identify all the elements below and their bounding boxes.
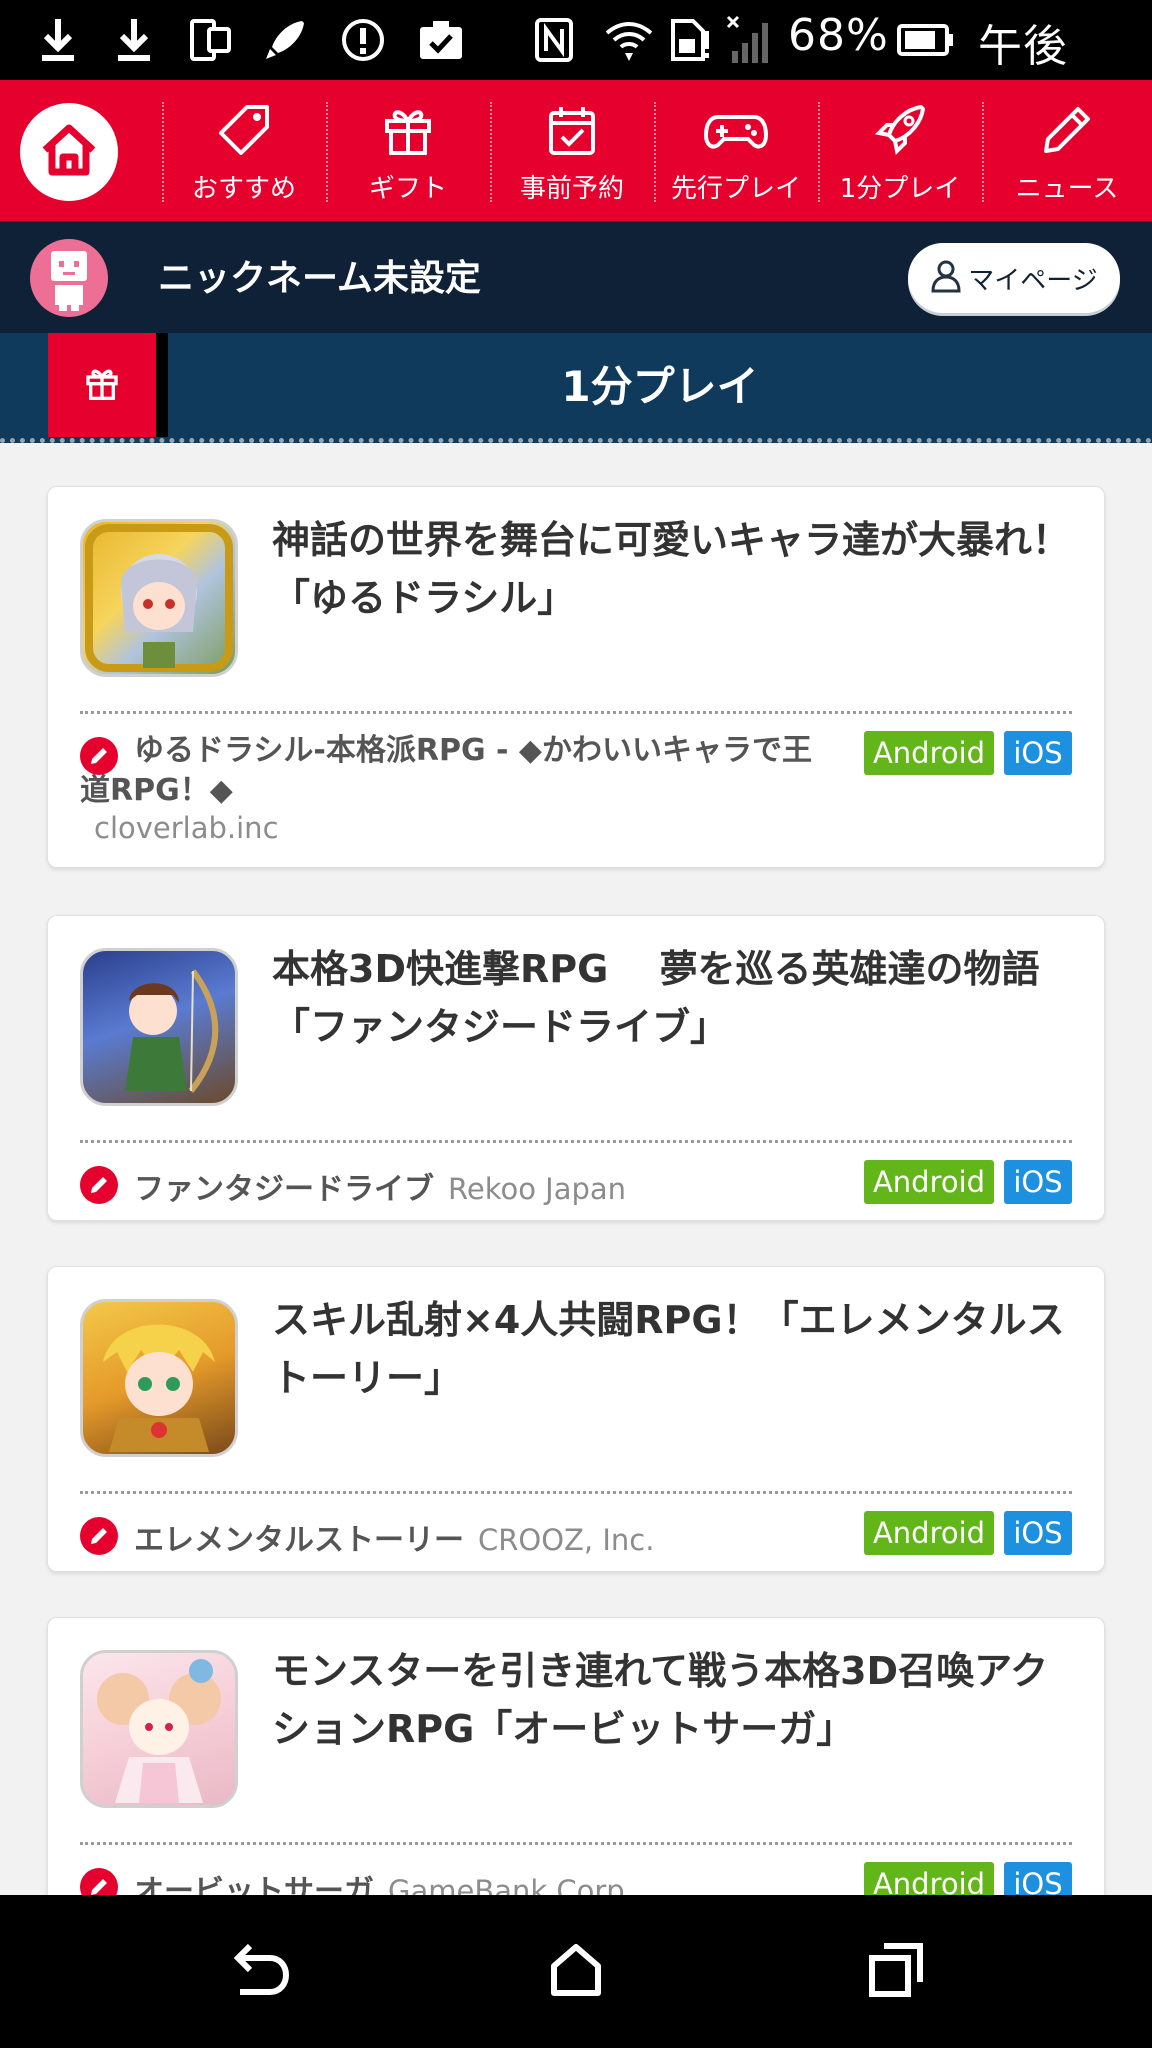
game-thumbnail[interactable]: [80, 1650, 238, 1808]
download-icon: [114, 14, 154, 66]
signal-icon: [726, 14, 776, 66]
section-header: 1分プレイ: [0, 333, 1152, 443]
user-icon: [930, 259, 962, 297]
system-nav-bar: [0, 1895, 1152, 2048]
user-bar: ニックネーム未設定 マイページ: [0, 221, 1152, 333]
download-icon: [38, 14, 78, 66]
nfc-icon: [532, 14, 576, 66]
nav-preorder[interactable]: 事前予約: [490, 80, 654, 221]
section-gift-button[interactable]: [48, 333, 156, 437]
gift-icon: [84, 365, 120, 405]
nav-recommend[interactable]: おすすめ: [162, 80, 326, 221]
pencil-icon: [80, 1868, 118, 1895]
home-button[interactable]: [20, 103, 118, 201]
android-badge[interactable]: Android: [864, 1160, 994, 1204]
app-name-text: ファンタジードライブ: [134, 1172, 434, 1207]
nickname: ニックネーム未設定: [158, 258, 481, 299]
alert-icon: [340, 14, 386, 66]
mypage-label: マイページ: [968, 265, 1098, 296]
game-card[interactable]: スキル乱射×4人共闘RPG！「エレメンタルストーリー」 エレメンタルストーリー C…: [47, 1266, 1105, 1572]
app-name[interactable]: ゆるドラシル-本格派RPG - ◆かわいいキャラで王道RPG！◆: [80, 731, 840, 811]
game-card[interactable]: モンスターを引き連れて戦う本格3D召喚アクションRPG「オービットサーガ」 オー…: [47, 1617, 1105, 1895]
pencil-icon: [80, 1166, 118, 1204]
app-name-text: オービットサーガ: [134, 1874, 374, 1895]
nav-early-play[interactable]: 先行プレイ: [654, 80, 818, 221]
app-name[interactable]: エレメンタルストーリー CROOZ, Inc.: [134, 1515, 654, 1559]
top-nav: おすすめ ギフト 事前予約 先行プレイ 1分プレイ ニュース: [0, 80, 1152, 221]
wifi-icon: [602, 14, 656, 66]
nav-label: 先行プレイ: [670, 174, 801, 204]
battery-percent: 68%: [788, 10, 889, 61]
recents-button[interactable]: [816, 1895, 976, 2048]
app-name-text: エレメンタルストーリー: [134, 1523, 464, 1558]
pencil-icon: [1040, 102, 1094, 158]
nav-label: ギフト: [368, 174, 447, 204]
sim-icon: [668, 14, 712, 66]
nav-label: ニュース: [1015, 174, 1119, 204]
game-title[interactable]: モンスターを引き連れて戦う本格3D召喚アクションRPG「オービットサーガ」: [272, 1642, 1074, 1758]
game-list: 神話の世界を舞台に可愛いキャラ達が大暴れ！「ゆるドラシル」 ゆるドラシル-本格派…: [0, 443, 1152, 1895]
developer-name: cloverlab.inc: [94, 811, 279, 845]
recents-icon: [868, 1942, 924, 2002]
game-card[interactable]: 神話の世界を舞台に可愛いキャラ達が大暴れ！「ゆるドラシル」 ゆるドラシル-本格派…: [47, 486, 1105, 868]
back-icon: [226, 1942, 290, 2002]
mypage-button[interactable]: マイページ: [908, 243, 1120, 313]
ios-badge[interactable]: iOS: [1004, 1160, 1072, 1204]
tag-icon: [217, 102, 271, 158]
gamepad-icon: [704, 102, 768, 158]
developer-name: CROOZ, Inc.: [478, 1523, 655, 1557]
game-thumbnail[interactable]: [80, 1299, 238, 1457]
ios-badge[interactable]: iOS: [1004, 1862, 1072, 1895]
app-name[interactable]: オービットサーガ GameBank Corp.: [134, 1866, 634, 1895]
back-button[interactable]: [178, 1895, 338, 2048]
nav-one-minute-play[interactable]: 1分プレイ: [818, 80, 982, 221]
gift-icon: [381, 102, 435, 158]
clipboard-check-icon: [416, 14, 466, 66]
developer-name: Rekoo Japan: [448, 1172, 627, 1206]
android-badge[interactable]: Android: [864, 1511, 994, 1555]
android-badge[interactable]: Android: [864, 731, 994, 775]
developer-name: GameBank Corp.: [388, 1874, 634, 1895]
pencil-icon: [80, 1517, 118, 1555]
game-title[interactable]: スキル乱射×4人共闘RPG！「エレメンタルストーリー」: [272, 1291, 1074, 1407]
rocket-icon: [873, 102, 927, 158]
nav-gift[interactable]: ギフト: [326, 80, 490, 221]
game-title[interactable]: 本格3D快進撃RPG 夢を巡る英雄達の物語「ファンタジードライブ」: [272, 940, 1074, 1056]
screen-mirror-icon: [188, 14, 234, 66]
status-bar: 68% 午後0:18: [0, 0, 1152, 125]
section-title: 1分プレイ: [561, 362, 759, 411]
android-badge[interactable]: Android: [864, 1862, 994, 1895]
app-name[interactable]: ファンタジードライブ Rekoo Japan: [134, 1164, 626, 1208]
nav-label: おすすめ: [191, 174, 296, 204]
game-thumbnail[interactable]: [80, 948, 238, 1106]
rocket-icon: [262, 14, 308, 66]
home-nav-button[interactable]: [496, 1895, 656, 2048]
nav-news[interactable]: ニュース: [982, 80, 1152, 221]
home-icon: [40, 123, 98, 181]
nav-label: 事前予約: [519, 174, 624, 204]
game-title[interactable]: 神話の世界を舞台に可愛いキャラ達が大暴れ！「ゆるドラシル」: [272, 511, 1074, 627]
calendar-icon: [545, 102, 599, 158]
avatar[interactable]: [30, 239, 108, 317]
nav-label: 1分プレイ: [839, 174, 961, 204]
ios-badge[interactable]: iOS: [1004, 731, 1072, 775]
game-thumbnail[interactable]: [80, 519, 238, 677]
game-card[interactable]: 本格3D快進撃RPG 夢を巡る英雄達の物語「ファンタジードライブ」 ファンタジー…: [47, 915, 1105, 1221]
battery-icon: [896, 14, 956, 66]
ios-badge[interactable]: iOS: [1004, 1511, 1072, 1555]
home-icon: [548, 1942, 604, 2002]
